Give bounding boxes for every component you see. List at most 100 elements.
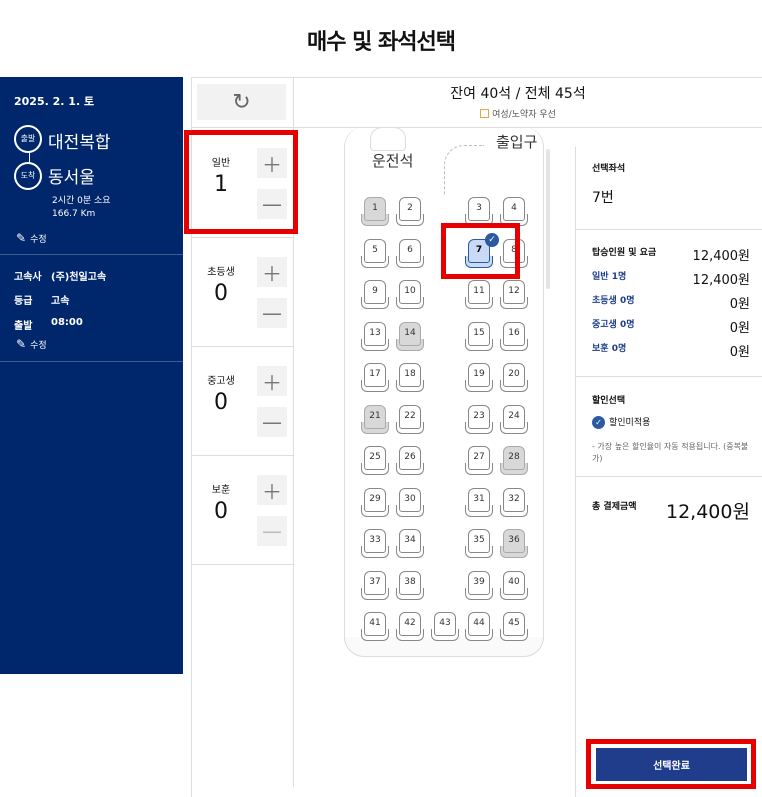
selected-seat-value: 7번 xyxy=(592,190,614,206)
fare-row-value: 0원 xyxy=(729,321,750,336)
priority-legend: 여성/노약자 우선 xyxy=(296,107,740,120)
page-title: 매수 및 좌석선택 xyxy=(307,30,456,55)
seat-availability: 잔여 40석 / 전체 45석 xyxy=(450,86,586,102)
fare-row-label: 중고생 0명 xyxy=(592,320,635,330)
seat-12[interactable]: 12 xyxy=(500,280,528,310)
seat-number: 9 xyxy=(364,280,386,304)
decrement-button[interactable]: — xyxy=(257,516,287,546)
seat-number: 30 xyxy=(399,487,421,512)
seat-5[interactable]: 5 xyxy=(361,238,389,269)
seat-number: 6 xyxy=(399,238,421,263)
divider xyxy=(293,77,294,127)
seat-number: 31 xyxy=(468,487,490,512)
divider xyxy=(576,476,762,477)
seat-34[interactable]: 34 xyxy=(396,529,424,559)
seat-map-scrollbar[interactable] xyxy=(546,149,550,289)
seat-16[interactable]: 16 xyxy=(500,321,528,352)
divider xyxy=(576,229,762,230)
seat-11[interactable]: 11 xyxy=(465,280,493,310)
seat-27[interactable]: 27 xyxy=(465,446,493,476)
seat-25[interactable]: 25 xyxy=(361,446,389,476)
seat-13[interactable]: 13 xyxy=(361,321,389,352)
increment-button[interactable]: ＋ xyxy=(257,366,287,396)
seat-15[interactable]: 15 xyxy=(465,321,493,352)
decrement-button[interactable]: — xyxy=(257,298,287,328)
edit-schedule-link[interactable]: ✎ 수정 xyxy=(16,337,47,351)
seat-10[interactable]: 10 xyxy=(396,280,424,310)
seat-42[interactable]: 42 xyxy=(396,612,424,642)
fare-row-value: 0원 xyxy=(729,345,750,360)
discount-option[interactable]: ✓ 할인미적용 xyxy=(592,415,650,429)
increment-button[interactable]: ＋ xyxy=(257,475,287,505)
seat-28: 28 xyxy=(500,446,528,476)
seat-number: 41 xyxy=(364,612,386,636)
seat-31[interactable]: 31 xyxy=(465,487,493,518)
seat-35[interactable]: 35 xyxy=(465,529,493,559)
fare-row-label: 일반 1명 xyxy=(592,272,627,282)
seat-1: 1 xyxy=(361,197,389,227)
seat-number: 10 xyxy=(399,280,421,304)
fare-row-label: 보훈 0명 xyxy=(592,344,627,354)
seat-number: 43 xyxy=(434,612,456,636)
seat-40[interactable]: 40 xyxy=(500,570,528,601)
seat-17[interactable]: 17 xyxy=(361,363,389,393)
discount-title: 할인선택 xyxy=(592,396,626,406)
priority-legend-label: 여성/노약자 우선 xyxy=(492,110,556,120)
seat-14: 14 xyxy=(396,321,424,352)
seat-number: 33 xyxy=(364,529,386,553)
seat-2[interactable]: 2 xyxy=(396,197,424,227)
seat-45[interactable]: 45 xyxy=(500,612,528,642)
fare-row-adult: 일반 1명 12,400원 xyxy=(592,269,750,288)
seat-number: 39 xyxy=(468,570,490,595)
total-amount: 12,400원 xyxy=(666,501,750,523)
travel-distance: 166.7 Km xyxy=(52,209,96,219)
refresh-button[interactable]: ↻ xyxy=(197,84,286,120)
seat-22[interactable]: 22 xyxy=(396,404,424,435)
seat-18[interactable]: 18 xyxy=(396,363,424,393)
seat-23[interactable]: 23 xyxy=(465,404,493,435)
seat-38[interactable]: 38 xyxy=(396,570,424,601)
divider xyxy=(576,376,762,377)
seat-number: 35 xyxy=(468,529,490,553)
increment-button[interactable]: ＋ xyxy=(257,257,287,287)
grade-row: 등급 고속 xyxy=(14,292,69,307)
seat-9[interactable]: 9 xyxy=(361,280,389,310)
seat-29[interactable]: 29 xyxy=(361,487,389,518)
seat-number: 32 xyxy=(503,487,525,512)
grade-label: 등급 xyxy=(14,296,33,307)
seat-number: 4 xyxy=(503,197,525,221)
seat-20[interactable]: 20 xyxy=(500,363,528,393)
minus-icon: — xyxy=(262,410,282,434)
seat-44[interactable]: 44 xyxy=(465,612,493,642)
seat-number: 17 xyxy=(364,363,386,387)
seat-41[interactable]: 41 xyxy=(361,612,389,642)
seat-6[interactable]: 6 xyxy=(396,238,424,269)
priority-seat-swatch xyxy=(480,109,490,118)
edit-route-link[interactable]: ✎ 수정 xyxy=(16,231,47,245)
divider xyxy=(191,77,762,78)
fare-total: 12,400원 xyxy=(692,249,750,264)
seat-33[interactable]: 33 xyxy=(361,529,389,559)
counter-label: 초등생 xyxy=(207,267,235,278)
seat-43[interactable]: 43 xyxy=(431,612,459,642)
fare-row-student: 중고생 0명 0원 xyxy=(592,317,750,336)
seat-39[interactable]: 39 xyxy=(465,570,493,601)
pencil-icon: ✎ xyxy=(16,231,27,245)
entrance-label: 출입구 xyxy=(496,133,538,151)
seat-32[interactable]: 32 xyxy=(500,487,528,518)
seat-number: 11 xyxy=(468,280,490,304)
seat-24[interactable]: 24 xyxy=(500,404,528,435)
fare-total-row: 탑승인원 및 요금 12,400원 xyxy=(592,245,750,264)
seat-number: 26 xyxy=(399,446,421,470)
counter-veteran: 보훈 0 ＋ — xyxy=(191,455,293,564)
highlight-seat-7 xyxy=(441,223,520,279)
decrement-button[interactable]: — xyxy=(257,407,287,437)
seat-number: 18 xyxy=(399,363,421,387)
seat-26[interactable]: 26 xyxy=(396,446,424,476)
seat-37[interactable]: 37 xyxy=(361,570,389,601)
pencil-icon: ✎ xyxy=(16,337,27,351)
seat-19[interactable]: 19 xyxy=(465,363,493,393)
divider xyxy=(191,564,293,565)
seat-30[interactable]: 30 xyxy=(396,487,424,518)
seat-number: 28 xyxy=(503,446,525,470)
